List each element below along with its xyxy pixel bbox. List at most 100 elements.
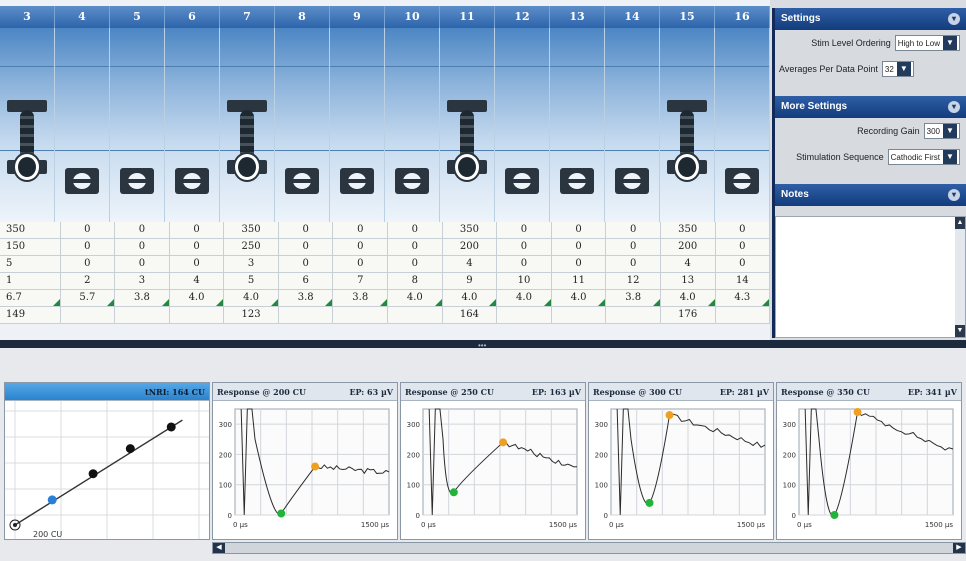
electrode-cell[interactable] — [330, 28, 385, 222]
table-cell[interactable]: 0 — [60, 256, 116, 272]
table-cell[interactable]: 0 — [715, 222, 771, 238]
splitter-bar[interactable]: ••• — [0, 340, 966, 350]
electrode-cell[interactable] — [440, 28, 495, 222]
electrode-cell[interactable] — [605, 28, 660, 222]
column-header[interactable]: 12 — [495, 6, 550, 28]
table-cell[interactable]: 4.0 — [497, 290, 552, 306]
table-cell[interactable]: 0 — [606, 222, 661, 238]
response-panel[interactable]: Response @ 250 CU EP: 163 µV 300 200 100 0 0 µ… — [400, 382, 586, 540]
table-cell[interactable]: 5 — [0, 256, 61, 272]
table-cell[interactable]: 14 — [715, 273, 771, 289]
electrode-ring-icon[interactable] — [65, 168, 99, 194]
scroll-up-icon[interactable]: ▲ — [955, 217, 965, 229]
table-cell[interactable]: 0 — [497, 256, 552, 272]
table-cell[interactable] — [278, 307, 334, 323]
table-cell[interactable]: 4.0 — [224, 290, 279, 306]
stim-sequence-select[interactable]: Cathodic First ▼ — [887, 149, 960, 165]
table-cell[interactable]: 0 — [278, 222, 334, 238]
table-cell[interactable]: 4.0 — [388, 290, 443, 306]
response-trace-plot[interactable]: 300 200 100 00 µs 1500 µs — [213, 401, 397, 539]
electrode-ring-icon[interactable] — [725, 168, 759, 194]
table-cell[interactable]: 1 — [0, 273, 61, 289]
electrode-cell[interactable] — [715, 28, 770, 222]
active-electrode-icon[interactable] — [667, 100, 707, 192]
table-cell[interactable]: 0 — [115, 256, 170, 272]
column-header[interactable]: 14 — [605, 6, 660, 28]
table-cell[interactable] — [551, 307, 607, 323]
column-header[interactable]: 15 — [660, 6, 715, 28]
column-header[interactable]: 3 — [0, 6, 55, 28]
column-header[interactable]: 9 — [330, 6, 385, 28]
peak-marker[interactable] — [665, 411, 674, 420]
electrode-cell[interactable] — [660, 28, 715, 222]
response-scrollbar[interactable]: ◀ ▶ — [212, 542, 966, 554]
electrode-ring-icon[interactable] — [395, 168, 429, 194]
table-cell[interactable]: 12 — [606, 273, 661, 289]
notes-textarea[interactable]: ▲ ▼ — [775, 216, 966, 338]
electrode-ring-icon[interactable] — [340, 168, 374, 194]
peak-marker[interactable] — [499, 438, 508, 447]
trough-marker[interactable] — [645, 498, 654, 507]
table-cell[interactable]: 0 — [60, 222, 116, 238]
scroll-right-icon[interactable]: ▶ — [953, 543, 965, 553]
electrode-cell[interactable] — [0, 28, 55, 222]
table-cell[interactable]: 13 — [660, 273, 716, 289]
table-cell[interactable]: 0 — [333, 222, 389, 238]
table-cell[interactable]: 164 — [442, 307, 498, 323]
electrode-ring-icon[interactable] — [285, 168, 319, 194]
table-cell[interactable]: 4 — [169, 273, 225, 289]
table-cell[interactable]: 0 — [278, 239, 334, 255]
table-cell[interactable]: 200 — [660, 239, 716, 255]
table-cell[interactable]: 350 — [224, 222, 279, 238]
table-cell[interactable]: 0 — [333, 256, 389, 272]
column-header[interactable]: 13 — [550, 6, 605, 28]
table-cell[interactable]: 350 — [0, 222, 61, 238]
electrode-cell[interactable] — [385, 28, 440, 222]
table-cell[interactable]: 5.7 — [60, 290, 116, 306]
electrode-ring-icon[interactable] — [560, 168, 594, 194]
more-settings-panel-header[interactable]: More Settings ▾ — [775, 96, 966, 118]
table-cell[interactable]: 3.8 — [115, 290, 170, 306]
electrode-cell[interactable] — [55, 28, 110, 222]
growth-point[interactable] — [88, 469, 98, 479]
table-cell[interactable]: 4 — [442, 256, 498, 272]
table-cell[interactable]: 200 — [442, 239, 498, 255]
table-cell[interactable] — [606, 307, 661, 323]
column-header[interactable]: 11 — [440, 6, 495, 28]
table-cell[interactable]: 4.3 — [715, 290, 771, 306]
table-cell[interactable]: 0 — [606, 239, 661, 255]
scroll-down-icon[interactable]: ▼ — [955, 325, 965, 337]
table-cell[interactable]: 0 — [115, 239, 170, 255]
table-cell[interactable]: 0 — [388, 222, 443, 238]
column-header[interactable]: 5 — [110, 6, 165, 28]
response-panel[interactable]: Response @ 300 CU EP: 281 µV 300 200 100 0 0 µ… — [588, 382, 774, 540]
table-cell[interactable] — [60, 307, 116, 323]
table-cell[interactable]: 0 — [169, 222, 225, 238]
response-panel[interactable]: Response @ 200 CU EP: 63 µV 300 200 100 0 0 µs… — [212, 382, 398, 540]
table-cell[interactable]: 4.0 — [442, 290, 498, 306]
notes-panel-header[interactable]: Notes ▾ — [775, 184, 966, 206]
table-cell[interactable]: 5 — [224, 273, 279, 289]
column-header[interactable]: 7 — [220, 6, 275, 28]
table-cell[interactable]: 350 — [660, 222, 716, 238]
table-cell[interactable]: 0 — [497, 239, 552, 255]
table-cell[interactable]: 0 — [551, 239, 607, 255]
table-cell[interactable]: 2 — [60, 273, 116, 289]
growth-point[interactable] — [47, 495, 57, 505]
trough-marker[interactable] — [449, 488, 458, 497]
growth-function-plot[interactable]: 200 CU — [5, 401, 209, 539]
table-cell[interactable]: 123 — [224, 307, 279, 323]
table-cell[interactable]: 10 — [497, 273, 552, 289]
active-electrode-icon[interactable] — [447, 100, 487, 192]
table-cell[interactable] — [715, 307, 771, 323]
chevron-down-icon[interactable]: ▼ — [896, 62, 911, 76]
scroll-left-icon[interactable]: ◀ — [213, 543, 225, 553]
trough-marker[interactable] — [830, 511, 839, 519]
electrode-ring-icon[interactable] — [505, 168, 539, 194]
stim-level-ordering-select[interactable]: High to Low ▼ — [894, 35, 960, 51]
table-cell[interactable]: 3.8 — [278, 290, 334, 306]
table-cell[interactable] — [333, 307, 389, 323]
table-cell[interactable]: 0 — [388, 256, 443, 272]
recording-gain-select[interactable]: 300 ▼ — [923, 123, 960, 139]
table-cell[interactable]: 0 — [169, 239, 225, 255]
